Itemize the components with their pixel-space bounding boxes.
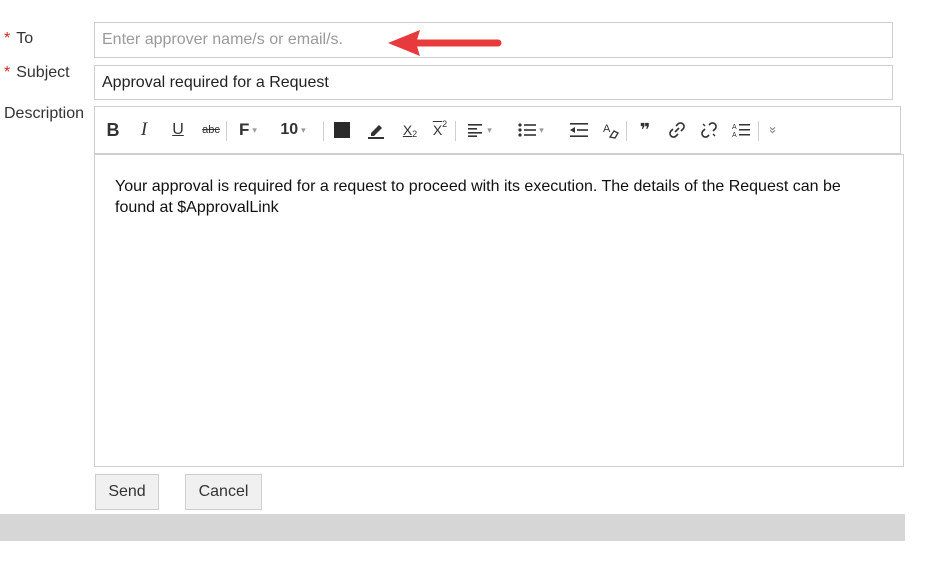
svg-text:A: A [732, 124, 737, 131]
line-spacing-icon[interactable]: A A [729, 107, 753, 153]
required-marker: * [4, 64, 11, 81]
subscript-glyph: X [402, 122, 413, 138]
clear-format-glyph: A [603, 123, 619, 139]
pen-glyph [368, 125, 384, 139]
description-label: Description [4, 105, 85, 122]
toolbar-separator [323, 121, 324, 141]
link-icon[interactable] [665, 107, 689, 153]
svg-text:A: A [603, 123, 611, 135]
toolbar-separator [226, 121, 227, 141]
svg-text:A: A [732, 132, 737, 138]
to-label: * To [4, 30, 33, 48]
send-button[interactable]: Send [95, 474, 159, 510]
italic-icon[interactable]: I [133, 107, 155, 153]
outdent-icon[interactable] [567, 107, 591, 153]
subscript-icon[interactable]: X2 [399, 107, 421, 153]
font-size-select[interactable]: 10 ▾ [275, 107, 311, 153]
align-icon[interactable]: ▾ [463, 107, 497, 153]
outdent-glyph [570, 123, 588, 137]
editor-toolbar: B I U abc F ▾ 10 ▾ X2 X2 ▾ ▾ A ❞ A A » [94, 106, 901, 154]
subject-label: * Subject [4, 64, 70, 82]
subscript-mark: 2 [412, 129, 418, 139]
to-placeholder: Enter approver name/s or email/s. [102, 31, 343, 48]
superscript-mark: 2 [442, 119, 448, 129]
description-body: Your approval is required for a request … [115, 178, 841, 216]
link-glyph [669, 122, 685, 138]
toolbar-separator [626, 121, 627, 141]
superscript-glyph: X [432, 122, 443, 138]
chevron-down-icon: ▾ [539, 124, 544, 135]
highlight-color-icon[interactable] [365, 107, 387, 153]
to-label-text: To [16, 30, 34, 47]
text-color-swatch [334, 122, 350, 138]
subject-value: Approval required for a Request [102, 73, 329, 91]
more-icon[interactable]: » [751, 121, 797, 139]
quote-icon[interactable]: ❞ [633, 107, 657, 153]
description-editor[interactable]: Your approval is required for a request … [94, 154, 904, 467]
bold-icon[interactable]: B [101, 107, 125, 153]
unlink-glyph [701, 122, 717, 138]
underline-icon[interactable]: U [167, 107, 189, 153]
required-marker: * [4, 30, 11, 47]
chevron-down-icon: ▾ [301, 124, 306, 135]
cancel-button[interactable]: Cancel [185, 474, 262, 510]
annotation-arrow-icon [388, 30, 502, 56]
chevron-down-icon: ▾ [487, 124, 492, 135]
strikethrough-icon[interactable]: abc [199, 107, 223, 153]
footer-bar [0, 514, 905, 541]
font-family-glyph: F [239, 120, 250, 139]
subject-input[interactable]: Approval required for a Request [94, 65, 893, 100]
text-color-icon[interactable] [331, 107, 353, 153]
unlink-icon[interactable] [697, 107, 721, 153]
align-glyph [468, 124, 483, 137]
toolbar-separator [455, 121, 456, 141]
font-size-value: 10 [280, 121, 299, 138]
clear-format-icon[interactable]: A [599, 107, 623, 153]
font-family-icon[interactable]: F ▾ [235, 107, 261, 153]
bullet-list-icon[interactable]: ▾ [513, 107, 549, 153]
superscript-icon[interactable]: X2 [429, 107, 451, 153]
subject-label-text: Subject [16, 64, 70, 81]
bullet-list-glyph [518, 123, 537, 137]
chevron-down-icon: ▾ [252, 124, 257, 135]
line-spacing-glyph: A A [732, 124, 750, 138]
